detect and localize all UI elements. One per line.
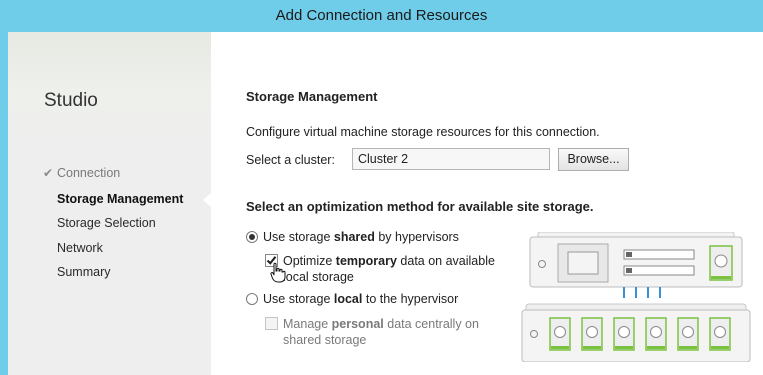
window-title: Add Connection and Resources bbox=[275, 7, 488, 24]
sidebar-item-summary[interactable]: Summary bbox=[57, 265, 110, 279]
manage-personal-checkbox[interactable] bbox=[265, 317, 278, 330]
local-bold: local bbox=[333, 292, 363, 306]
active-step-pointer bbox=[203, 193, 211, 207]
personal-bold: personal bbox=[331, 317, 384, 331]
sidebar-item-storage-management[interactable]: Storage Management bbox=[57, 192, 183, 206]
sidebar-item-connection[interactable]: Connection bbox=[57, 166, 120, 180]
page-title: Storage Management bbox=[246, 89, 378, 104]
local-suffix: to the hypervisor bbox=[362, 292, 459, 306]
shared-bold: shared bbox=[333, 230, 375, 244]
personal-prefix: Manage bbox=[283, 317, 332, 331]
cluster-input-value: Cluster 2 bbox=[358, 152, 409, 166]
local-storage-radio[interactable] bbox=[246, 293, 258, 305]
optimize-temporary-label-line2: local storage bbox=[283, 270, 354, 284]
completed-check-icon: ✔ bbox=[43, 166, 54, 180]
personal-suffix: data centrally on bbox=[383, 317, 479, 331]
window-titlebar: Add Connection and Resources bbox=[0, 0, 763, 32]
cluster-label: Select a cluster: bbox=[246, 153, 335, 167]
storage-illustration bbox=[521, 232, 751, 362]
mouse-cursor-icon bbox=[270, 262, 286, 283]
manage-personal-label[interactable]: Manage personal data centrally on bbox=[283, 317, 479, 331]
sidebar-item-network[interactable]: Network bbox=[57, 241, 103, 255]
shared-storage-radio[interactable] bbox=[246, 231, 258, 243]
temp-bold: temporary bbox=[335, 254, 397, 268]
manage-personal-label-line2: shared storage bbox=[283, 333, 367, 347]
local-storage-label[interactable]: Use storage local to the hypervisor bbox=[263, 292, 458, 306]
browse-button[interactable]: Browse... bbox=[558, 148, 629, 171]
sidebar-item-storage-selection[interactable]: Storage Selection bbox=[57, 216, 156, 230]
shared-prefix: Use storage bbox=[263, 230, 334, 244]
page-description: Configure virtual machine storage resour… bbox=[246, 125, 600, 139]
shared-storage-label[interactable]: Use storage shared by hypervisors bbox=[263, 230, 459, 244]
optimize-temporary-label[interactable]: Optimize temporary data on available bbox=[283, 254, 495, 268]
shared-suffix: by hypervisors bbox=[374, 230, 459, 244]
cluster-input[interactable]: Cluster 2 bbox=[352, 148, 550, 170]
optimization-heading: Select an optimization method for availa… bbox=[246, 199, 594, 214]
temp-suffix: data on available bbox=[396, 254, 495, 268]
studio-brand: Studio bbox=[44, 90, 98, 111]
local-prefix: Use storage bbox=[263, 292, 334, 306]
temp-prefix: Optimize bbox=[283, 254, 336, 268]
